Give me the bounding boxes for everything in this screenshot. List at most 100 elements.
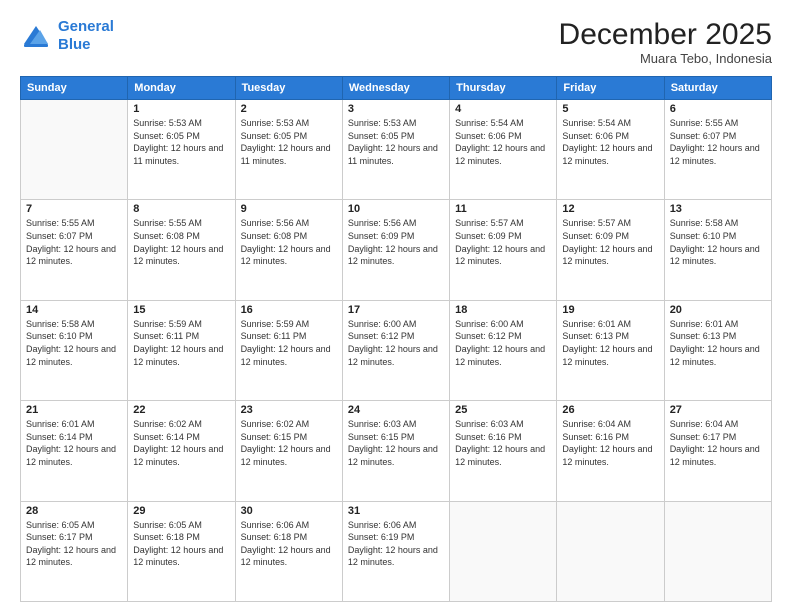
day-info: Sunrise: 6:06 AMSunset: 6:18 PMDaylight:… xyxy=(241,519,337,569)
calendar-cell: 28 Sunrise: 6:05 AMSunset: 6:17 PMDayligh… xyxy=(21,501,128,601)
day-info: Sunrise: 5:53 AMSunset: 6:05 PMDaylight:… xyxy=(348,117,444,167)
day-number: 13 xyxy=(670,203,766,215)
day-number: 1 xyxy=(133,103,229,115)
day-info: Sunrise: 5:59 AMSunset: 6:11 PMDaylight:… xyxy=(241,318,337,368)
title-block: December 2025 Muara Tebo, Indonesia xyxy=(559,18,772,66)
day-info: Sunrise: 6:06 AMSunset: 6:19 PMDaylight:… xyxy=(348,519,444,569)
calendar-cell: 15Sunrise: 5:59 AMSunset: 6:11 PMDayligh… xyxy=(128,300,235,400)
calendar-cell: 9 Sunrise: 5:56 AMSunset: 6:08 PMDaylight… xyxy=(235,200,342,300)
calendar-cell: 30Sunrise: 6:06 AMSunset: 6:18 PMDayligh… xyxy=(235,501,342,601)
calendar-cell: 22 Sunrise: 6:02 AMSunset: 6:14 PMDayligh… xyxy=(128,401,235,501)
day-info: Sunrise: 6:03 AMSunset: 6:16 PMDaylight:… xyxy=(455,418,551,468)
col-wednesday: Wednesday xyxy=(342,77,449,100)
calendar-week-0: 1 Sunrise: 5:53 AMSunset: 6:05 PMDaylight… xyxy=(21,100,772,200)
day-number: 21 xyxy=(26,404,122,416)
calendar-cell: 18 Sunrise: 6:00 AMSunset: 6:12 PMDayligh… xyxy=(450,300,557,400)
day-info: Sunrise: 5:56 AMSunset: 6:08 PMDaylight:… xyxy=(241,217,337,267)
calendar-cell: 20Sunrise: 6:01 AMSunset: 6:13 PMDayligh… xyxy=(664,300,771,400)
day-number: 15 xyxy=(133,304,229,316)
day-number: 31 xyxy=(348,505,444,517)
day-info: Sunrise: 5:58 AMSunset: 6:10 PMDaylight:… xyxy=(670,217,766,267)
day-number: 16 xyxy=(241,304,337,316)
col-tuesday: Tuesday xyxy=(235,77,342,100)
day-info: Sunrise: 6:05 AMSunset: 6:17 PMDaylight:… xyxy=(26,519,122,569)
calendar-cell: 5 Sunrise: 5:54 AMSunset: 6:06 PMDaylight… xyxy=(557,100,664,200)
day-number: 2 xyxy=(241,103,337,115)
calendar-cell: 2Sunrise: 5:53 AMSunset: 6:05 PMDaylight… xyxy=(235,100,342,200)
day-number: 4 xyxy=(455,103,551,115)
day-info: Sunrise: 5:55 AMSunset: 6:07 PMDaylight:… xyxy=(670,117,766,167)
day-number: 23 xyxy=(241,404,337,416)
day-number: 5 xyxy=(562,103,658,115)
calendar-cell: 14 Sunrise: 5:58 AMSunset: 6:10 PMDayligh… xyxy=(21,300,128,400)
day-info: Sunrise: 5:56 AMSunset: 6:09 PMDaylight:… xyxy=(348,217,444,267)
calendar-cell: 23 Sunrise: 6:02 AMSunset: 6:15 PMDayligh… xyxy=(235,401,342,501)
day-info: Sunrise: 5:58 AMSunset: 6:10 PMDaylight:… xyxy=(26,318,122,368)
day-info: Sunrise: 5:55 AMSunset: 6:08 PMDaylight:… xyxy=(133,217,229,267)
calendar-cell: 13 Sunrise: 5:58 AMSunset: 6:10 PMDayligh… xyxy=(664,200,771,300)
day-number: 17 xyxy=(348,304,444,316)
header: General Blue December 2025 Muara Tebo, I… xyxy=(20,18,772,66)
day-number: 3 xyxy=(348,103,444,115)
logo-blue: Blue xyxy=(58,36,91,53)
calendar-cell: 29Sunrise: 6:05 AMSunset: 6:18 PMDayligh… xyxy=(128,501,235,601)
col-friday: Friday xyxy=(557,77,664,100)
calendar-cell: 10 Sunrise: 5:56 AMSunset: 6:09 PMDayligh… xyxy=(342,200,449,300)
day-info: Sunrise: 6:01 AMSunset: 6:13 PMDaylight:… xyxy=(562,318,658,368)
calendar-cell: 17 Sunrise: 6:00 AMSunset: 6:12 PMDayligh… xyxy=(342,300,449,400)
logo: General Blue xyxy=(20,18,114,54)
day-info: Sunrise: 6:04 AMSunset: 6:16 PMDaylight:… xyxy=(562,418,658,468)
calendar-week-1: 7Sunrise: 5:55 AMSunset: 6:07 PMDaylight… xyxy=(21,200,772,300)
day-number: 22 xyxy=(133,404,229,416)
calendar-cell: 6 Sunrise: 5:55 AMSunset: 6:07 PMDaylight… xyxy=(664,100,771,200)
header-row: Sunday Monday Tuesday Wednesday Thursday… xyxy=(21,77,772,100)
calendar-cell: 26 Sunrise: 6:04 AMSunset: 6:16 PMDayligh… xyxy=(557,401,664,501)
day-number: 18 xyxy=(455,304,551,316)
day-number: 8 xyxy=(133,203,229,215)
day-number: 14 xyxy=(26,304,122,316)
col-monday: Monday xyxy=(128,77,235,100)
main-title: December 2025 xyxy=(559,18,772,51)
day-number: 12 xyxy=(562,203,658,215)
calendar-cell: 3 Sunrise: 5:53 AMSunset: 6:05 PMDaylight… xyxy=(342,100,449,200)
logo-icon xyxy=(20,22,52,50)
calendar-cell: 7Sunrise: 5:55 AMSunset: 6:07 PMDaylight… xyxy=(21,200,128,300)
calendar-cell xyxy=(21,100,128,200)
day-info: Sunrise: 6:02 AMSunset: 6:15 PMDaylight:… xyxy=(241,418,337,468)
calendar-week-3: 21 Sunrise: 6:01 AMSunset: 6:14 PMDayligh… xyxy=(21,401,772,501)
day-info: Sunrise: 6:03 AMSunset: 6:15 PMDaylight:… xyxy=(348,418,444,468)
calendar-cell: 31 Sunrise: 6:06 AMSunset: 6:19 PMDayligh… xyxy=(342,501,449,601)
col-sunday: Sunday xyxy=(21,77,128,100)
calendar-cell: 1 Sunrise: 5:53 AMSunset: 6:05 PMDaylight… xyxy=(128,100,235,200)
day-number: 10 xyxy=(348,203,444,215)
day-number: 9 xyxy=(241,203,337,215)
day-number: 28 xyxy=(26,505,122,517)
calendar-cell: 8 Sunrise: 5:55 AMSunset: 6:08 PMDaylight… xyxy=(128,200,235,300)
logo-text: General Blue xyxy=(58,18,114,54)
day-number: 19 xyxy=(562,304,658,316)
calendar-body: 1 Sunrise: 5:53 AMSunset: 6:05 PMDaylight… xyxy=(21,100,772,602)
logo-general: General xyxy=(58,18,114,35)
day-info: Sunrise: 5:54 AMSunset: 6:06 PMDaylight:… xyxy=(562,117,658,167)
day-info: Sunrise: 6:01 AMSunset: 6:14 PMDaylight:… xyxy=(26,418,122,468)
day-info: Sunrise: 6:00 AMSunset: 6:12 PMDaylight:… xyxy=(455,318,551,368)
page: General Blue December 2025 Muara Tebo, I… xyxy=(0,0,792,612)
day-info: Sunrise: 6:04 AMSunset: 6:17 PMDaylight:… xyxy=(670,418,766,468)
day-number: 6 xyxy=(670,103,766,115)
calendar-cell xyxy=(450,501,557,601)
day-info: Sunrise: 5:53 AMSunset: 6:05 PMDaylight:… xyxy=(133,117,229,167)
day-number: 26 xyxy=(562,404,658,416)
day-info: Sunrise: 6:02 AMSunset: 6:14 PMDaylight:… xyxy=(133,418,229,468)
day-info: Sunrise: 6:00 AMSunset: 6:12 PMDaylight:… xyxy=(348,318,444,368)
calendar-week-2: 14 Sunrise: 5:58 AMSunset: 6:10 PMDayligh… xyxy=(21,300,772,400)
calendar-cell: 4Sunrise: 5:54 AMSunset: 6:06 PMDaylight… xyxy=(450,100,557,200)
day-info: Sunrise: 5:57 AMSunset: 6:09 PMDaylight:… xyxy=(455,217,551,267)
calendar-cell: 27 Sunrise: 6:04 AMSunset: 6:17 PMDayligh… xyxy=(664,401,771,501)
calendar-cell xyxy=(557,501,664,601)
day-number: 25 xyxy=(455,404,551,416)
calendar-week-4: 28 Sunrise: 6:05 AMSunset: 6:17 PMDayligh… xyxy=(21,501,772,601)
day-info: Sunrise: 6:01 AMSunset: 6:13 PMDaylight:… xyxy=(670,318,766,368)
day-number: 27 xyxy=(670,404,766,416)
calendar-cell: 24Sunrise: 6:03 AMSunset: 6:15 PMDayligh… xyxy=(342,401,449,501)
col-thursday: Thursday xyxy=(450,77,557,100)
